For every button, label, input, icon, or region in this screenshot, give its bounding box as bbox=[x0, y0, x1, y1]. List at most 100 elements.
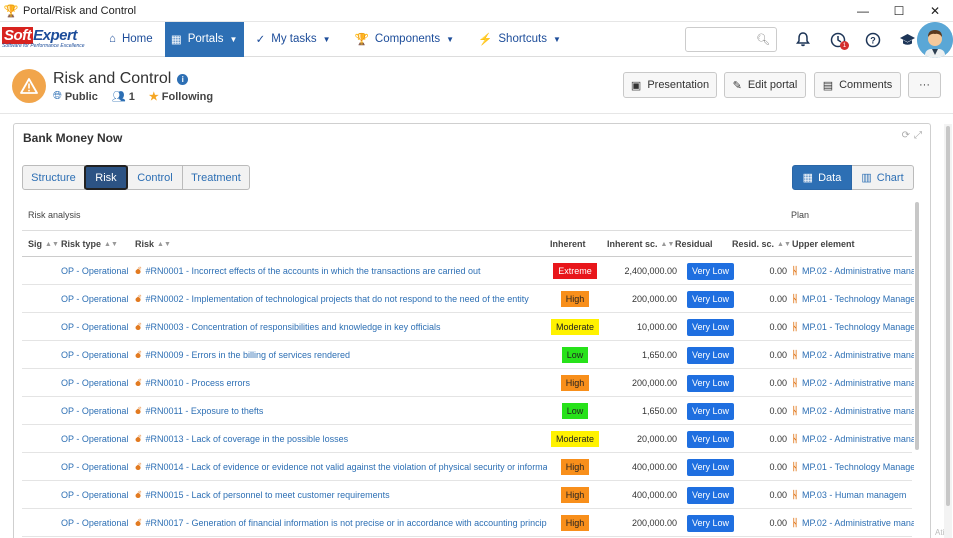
tab-control[interactable]: Control bbox=[127, 165, 183, 190]
risk-link[interactable]: #RN0015 - Lack of personnel to meet cust… bbox=[145, 490, 389, 500]
workflow-alert-icon[interactable]: 1 bbox=[820, 22, 855, 57]
search-icon[interactable]: 🔍︎ bbox=[756, 33, 770, 46]
risk-link[interactable]: #RN0002 - Implementation of technologica… bbox=[145, 294, 528, 304]
table-row[interactable]: OP - Operational 💣︎ #RN0009 - Errors in th… bbox=[22, 341, 914, 369]
upper-element-link[interactable]: MP.02 - Administrative mana bbox=[802, 266, 914, 276]
risk-type-link[interactable]: OP - Operational bbox=[61, 509, 133, 537]
col-risk[interactable]: Risk ▲▼ bbox=[135, 231, 171, 257]
upper-element-link[interactable]: MP.01 - Technology Manage bbox=[802, 322, 914, 332]
col-upper-element[interactable]: Upper element bbox=[792, 231, 855, 257]
table-row[interactable]: OP - Operational 💣︎ #RN0001 - Incorrect ef… bbox=[22, 257, 914, 285]
risk-type-link[interactable]: OP - Operational bbox=[61, 453, 133, 481]
risk-link[interactable]: #RN0017 - Generation of financial inform… bbox=[145, 518, 547, 528]
close-icon[interactable]: ✕ bbox=[917, 0, 953, 22]
refresh-icon[interactable]: ⟳ bbox=[902, 130, 910, 141]
risk-type-link[interactable]: OP - Operational bbox=[61, 341, 133, 369]
risk-link[interactable]: #RN0014 - Lack of evidence or evidence n… bbox=[145, 462, 547, 472]
edit-portal-button[interactable]: ✎ Edit portal bbox=[724, 72, 806, 98]
risk-cell[interactable]: 💣︎ #RN0015 - Lack of personnel to meet cu… bbox=[135, 481, 547, 509]
nav-home[interactable]: ⌂ Home bbox=[97, 22, 165, 57]
table-row[interactable]: OP - Operational 💣︎ #RN0003 - Concentratio… bbox=[22, 313, 914, 341]
risk-type-link[interactable]: OP - Operational bbox=[61, 313, 133, 341]
upper-element-link[interactable]: MP.02 - Administrative mana bbox=[802, 406, 914, 416]
table-row[interactable]: OP - Operational 💣︎ #RN0002 - Implementati… bbox=[22, 285, 914, 313]
chart-view-button[interactable]: ▥ Chart bbox=[852, 165, 914, 190]
risk-link[interactable]: #RN0011 - Exposure to thefts bbox=[145, 406, 263, 416]
expand-icon[interactable]: ⤢ bbox=[914, 130, 922, 141]
tab-risk[interactable]: Risk bbox=[84, 165, 128, 190]
comments-button[interactable]: ▤ Comments bbox=[814, 72, 901, 98]
risk-type-link[interactable]: OP - Operational bbox=[61, 257, 133, 285]
risk-type-link[interactable]: OP - Operational bbox=[61, 285, 133, 313]
upper-element-cell[interactable]: ᚺ MP.01 - Technology Manage bbox=[792, 313, 914, 341]
upper-element-link[interactable]: MP.02 - Administrative mana bbox=[802, 378, 914, 388]
upper-element-cell[interactable]: ᚺ MP.03 - Human managem bbox=[792, 481, 914, 509]
risk-cell[interactable]: 💣︎ #RN0003 - Concentration of responsibil… bbox=[135, 313, 547, 341]
risk-link[interactable]: #RN0013 - Lack of coverage in the possib… bbox=[145, 434, 348, 444]
members-count[interactable]: 👥︎ 1 bbox=[112, 90, 135, 104]
upper-element-link[interactable]: MP.01 - Technology Manage bbox=[802, 294, 914, 304]
risk-cell[interactable]: 💣︎ #RN0002 - Implementation of technologi… bbox=[135, 285, 547, 313]
table-row[interactable]: OP - Operational 💣︎ #RN0014 - Lack of evid… bbox=[22, 453, 914, 481]
minimize-icon[interactable]: — bbox=[845, 0, 881, 22]
data-view-button[interactable]: ▦ Data bbox=[792, 165, 852, 190]
avatar[interactable] bbox=[917, 22, 953, 58]
table-row[interactable]: OP - Operational 💣︎ #RN0015 - Lack of pers… bbox=[22, 481, 912, 509]
upper-element-cell[interactable]: ᚺ MP.01 - Technology Manage bbox=[792, 453, 914, 481]
upper-element-cell[interactable]: ᚺ MP.02 - Administrative mana bbox=[792, 425, 914, 453]
info-icon[interactable]: i bbox=[177, 73, 189, 85]
upper-element-link[interactable]: MP.02 - Administrative mana bbox=[802, 434, 914, 444]
nav-portals[interactable]: ▦ Portals ▼ bbox=[164, 21, 244, 57]
upper-element-cell[interactable]: ᚺ MP.02 - Administrative mana bbox=[792, 509, 914, 537]
maximize-icon[interactable]: ☐ bbox=[881, 0, 917, 22]
risk-link[interactable]: #RN0010 - Process errors bbox=[145, 378, 250, 388]
upper-element-cell[interactable]: ᚺ MP.02 - Administrative mana bbox=[792, 397, 914, 425]
nav-components[interactable]: 🏆 Components ▼ bbox=[343, 22, 466, 57]
risk-cell[interactable]: 💣︎ #RN0013 - Lack of coverage in the poss… bbox=[135, 425, 547, 453]
risk-cell[interactable]: 💣︎ #RN0001 - Incorrect effects of the acc… bbox=[135, 257, 547, 285]
risk-cell[interactable]: 💣︎ #RN0014 - Lack of evidence or evidence… bbox=[135, 453, 547, 481]
tab-treatment[interactable]: Treatment bbox=[182, 165, 250, 190]
follow-toggle[interactable]: ★ Following bbox=[149, 90, 213, 104]
upper-element-cell[interactable]: ᚺ MP.01 - Technology Manage bbox=[792, 285, 914, 313]
help-icon[interactable]: ? bbox=[855, 22, 890, 57]
col-inherent[interactable]: Inherent bbox=[550, 231, 586, 257]
table-row[interactable]: OP - Operational 💣︎ #RN0013 - Lack of cove… bbox=[22, 425, 914, 453]
nav-shortcuts[interactable]: ⚡ Shortcuts ▼ bbox=[466, 22, 573, 57]
table-scrollbar[interactable] bbox=[915, 202, 919, 450]
page-scrollbar-thumb[interactable] bbox=[946, 126, 950, 506]
upper-element-cell[interactable]: ᚺ MP.02 - Administrative mana bbox=[792, 341, 914, 369]
col-risk-type[interactable]: Risk type ▲▼ bbox=[61, 231, 118, 257]
upper-element-link[interactable]: MP.02 - Administrative mana bbox=[802, 518, 914, 528]
more-options-button[interactable]: ··· bbox=[908, 72, 941, 98]
col-resid-score[interactable]: Resid. sc. ▲▼ bbox=[732, 231, 791, 257]
nav-my-tasks[interactable]: ✓ My tasks ▼ bbox=[244, 22, 343, 57]
risk-cell[interactable]: 💣︎ #RN0011 - Exposure to thefts bbox=[135, 397, 547, 425]
bell-icon[interactable] bbox=[785, 22, 820, 57]
softexpert-logo[interactable]: Soft Expert Software for Performance Exce… bbox=[0, 24, 92, 54]
upper-element-cell[interactable]: ᚺ MP.02 - Administrative mana bbox=[792, 257, 914, 285]
risk-type-link[interactable]: OP - Operational bbox=[61, 481, 133, 509]
upper-element-link[interactable]: MP.02 - Administrative mana bbox=[802, 350, 914, 360]
risk-cell[interactable]: 💣︎ #RN0017 - Generation of financial info… bbox=[135, 509, 547, 537]
presentation-button[interactable]: ▣ Presentation bbox=[623, 72, 717, 98]
risk-cell[interactable]: 💣︎ #RN0010 - Process errors bbox=[135, 369, 547, 397]
risk-link[interactable]: #RN0003 - Concentration of responsibilit… bbox=[145, 322, 440, 332]
upper-element-link[interactable]: MP.03 - Human managem bbox=[802, 490, 906, 500]
page-scrollbar[interactable] bbox=[944, 124, 952, 538]
search-input[interactable]: 🔍︎ bbox=[685, 27, 777, 52]
upper-element-link[interactable]: MP.01 - Technology Manage bbox=[802, 462, 914, 472]
col-inherent-score[interactable]: Inherent sc. ▲▼ bbox=[607, 231, 674, 257]
risk-cell[interactable]: 💣︎ #RN0009 - Errors in the billing of ser… bbox=[135, 341, 547, 369]
table-row[interactable]: OP - Operational 💣︎ #RN0017 - Generation o… bbox=[22, 509, 914, 537]
col-residual[interactable]: Residual bbox=[675, 231, 713, 257]
risk-type-link[interactable]: OP - Operational bbox=[61, 397, 133, 425]
tab-structure[interactable]: Structure bbox=[22, 165, 85, 190]
col-sig[interactable]: Sig ▲▼ bbox=[28, 231, 59, 257]
table-row[interactable]: OP - Operational 💣︎ #RN0010 - Process erro… bbox=[22, 369, 914, 397]
table-row[interactable]: OP - Operational 💣︎ #RN0011 - Exposure to … bbox=[22, 397, 914, 425]
risk-type-link[interactable]: OP - Operational bbox=[61, 369, 133, 397]
risk-link[interactable]: #RN0001 - Incorrect effects of the accou… bbox=[145, 266, 480, 276]
risk-link[interactable]: #RN0009 - Errors in the billing of servi… bbox=[145, 350, 350, 360]
risk-type-link[interactable]: OP - Operational bbox=[61, 425, 133, 453]
